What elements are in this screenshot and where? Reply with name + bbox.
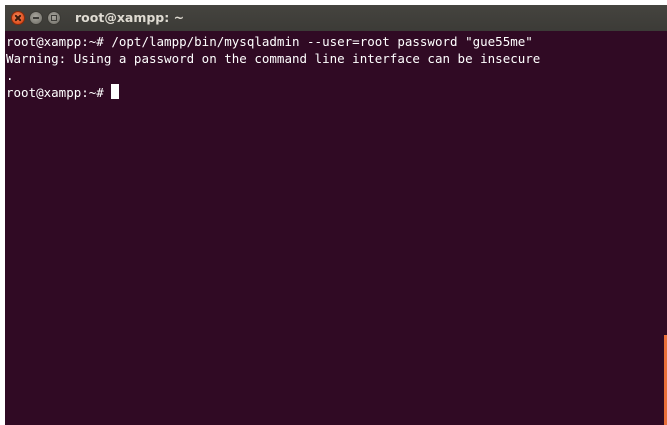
text-cursor [111, 84, 120, 99]
terminal-line: root@xampp:~# /opt/lampp/bin/mysqladmin … [6, 34, 533, 49]
prompt-line: root@xampp:~# [5, 84, 667, 101]
window-title: root@xampp: ~ [75, 10, 185, 25]
terminal-window: root@xampp: ~ root@xampp:~# /opt/lampp/b… [5, 5, 667, 425]
close-icon[interactable] [11, 11, 25, 25]
minimize-icon[interactable] [29, 11, 43, 25]
maximize-icon[interactable] [47, 11, 61, 25]
title-bar[interactable]: root@xampp: ~ [5, 5, 667, 31]
terminal-line: . [6, 68, 14, 83]
shell-prompt: root@xampp:~# [6, 85, 112, 100]
terminal-line: Warning: Using a password on the command… [6, 51, 541, 66]
terminal-output[interactable]: root@xampp:~# /opt/lampp/bin/mysqladmin … [5, 33, 667, 425]
